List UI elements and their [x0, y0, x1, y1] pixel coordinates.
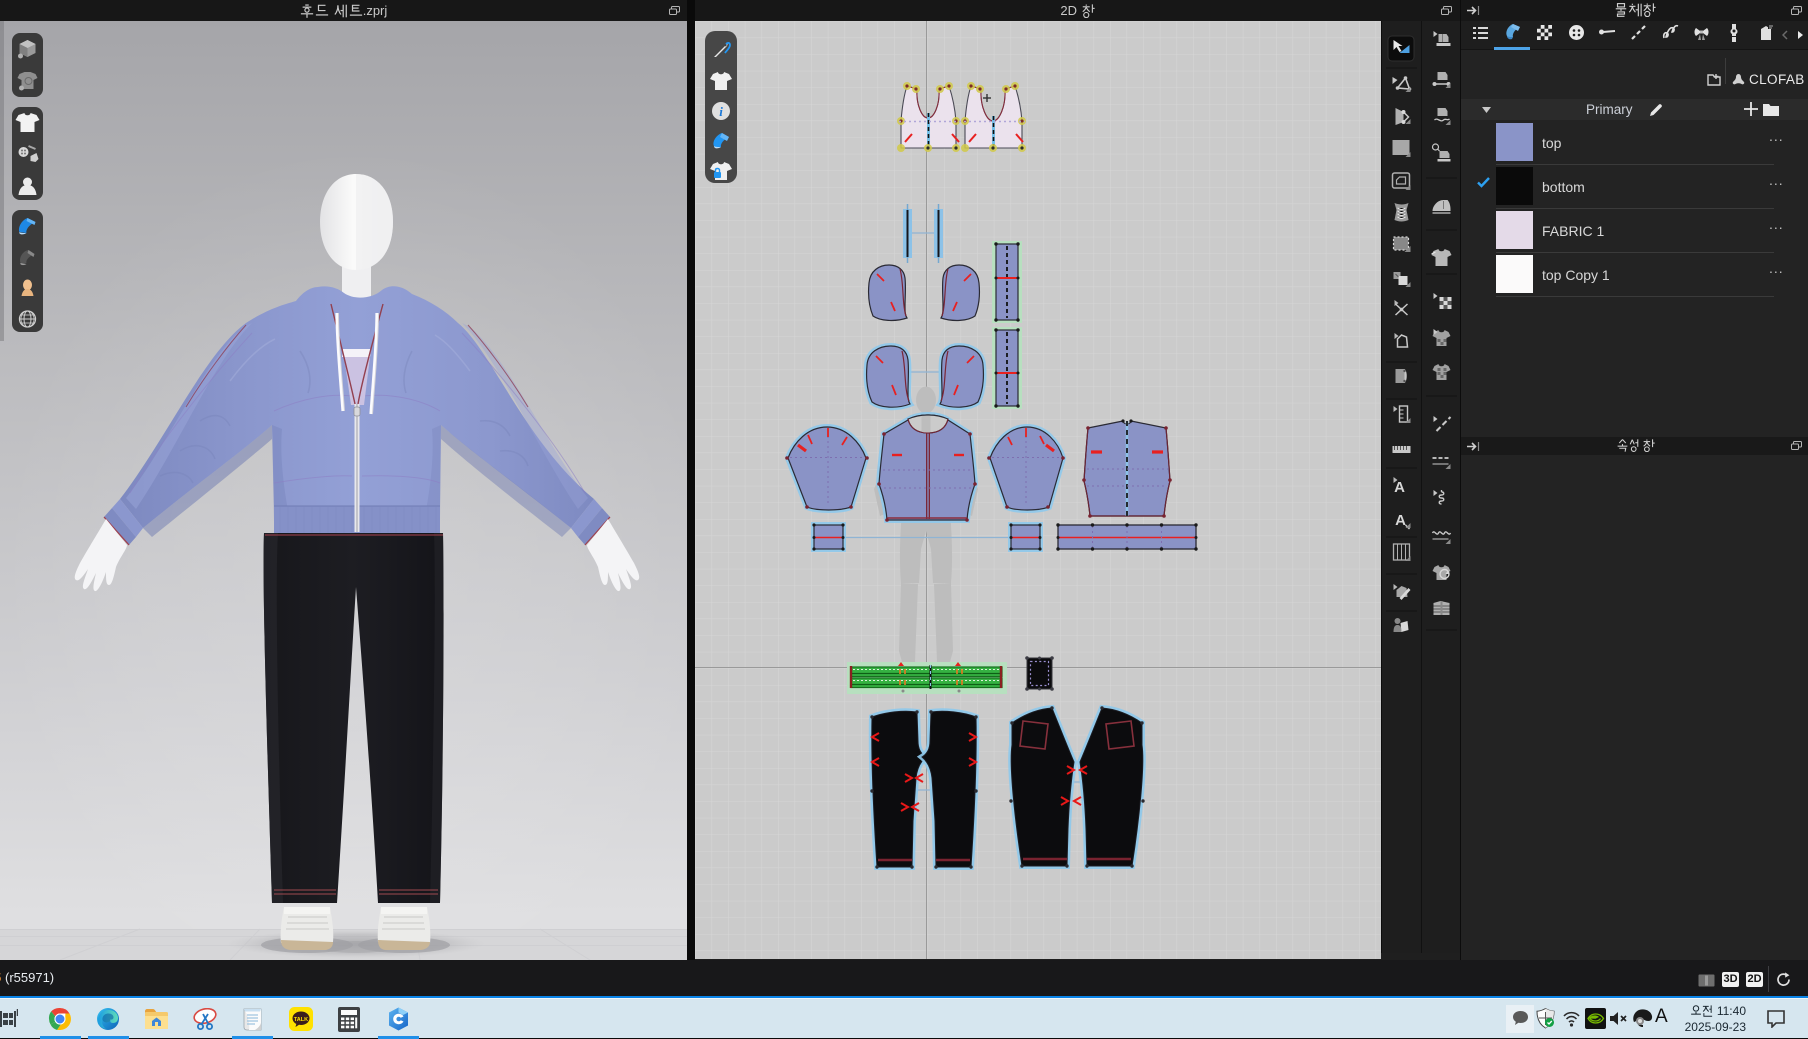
- svg-text:i: i: [719, 104, 723, 119]
- svg-text:A: A: [1395, 512, 1406, 529]
- svg-text:A: A: [1394, 479, 1405, 496]
- svg-text:TALK: TALK: [294, 1017, 308, 1023]
